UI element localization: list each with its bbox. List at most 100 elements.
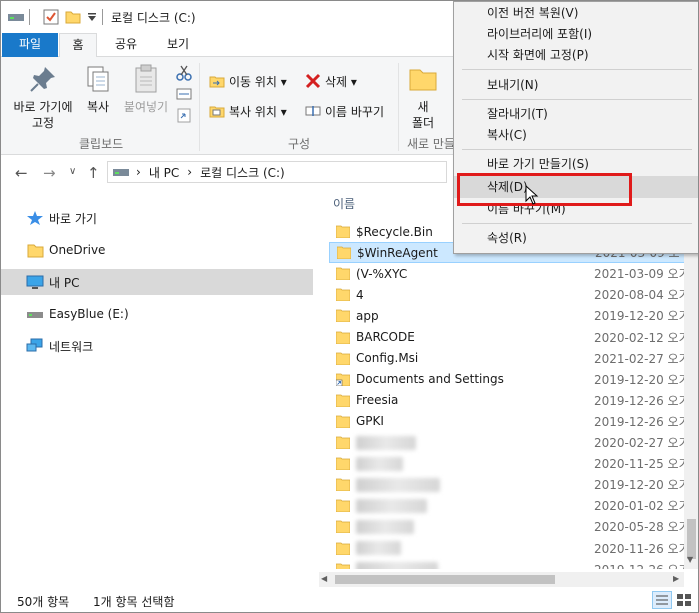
address-bar[interactable]: › 내 PC › 로컬 디스크 (C:) <box>107 161 447 183</box>
folder-icon <box>336 331 350 344</box>
context-menu: 이전 버전 복원(V) 라이브러리에 포함(I) 시작 화면에 고정(P) 보내… <box>453 1 698 254</box>
file-name: Documents and Settings <box>356 372 504 387</box>
file-row[interactable]: 2020-01-02 오기 <box>329 495 698 516</box>
file-date: 2020-01-02 오기 <box>594 499 690 514</box>
file-date: 2020-05-28 오기 <box>594 520 690 535</box>
breadcrumb-local-disk[interactable]: 로컬 디스크 (C:) <box>200 164 285 181</box>
forward-arrow-icon[interactable]: → <box>43 164 56 182</box>
scroll-right-arrow-icon[interactable]: ▶ <box>673 574 679 583</box>
recent-locations-chevron-icon[interactable]: ∨ <box>69 166 76 177</box>
folder-icon <box>27 244 44 258</box>
clipboard-icon <box>135 64 157 93</box>
menu-item-properties[interactable]: 속성(R) <box>454 227 698 249</box>
menu-separator <box>462 99 692 100</box>
file-row[interactable]: app 2019-12-20 오기 <box>329 305 698 326</box>
breadcrumb-this-pc[interactable]: 내 PC <box>149 164 179 181</box>
file-row[interactable]: 2019-12-20 오기 <box>329 474 698 495</box>
new-folder-label: 새 폴더 <box>411 100 435 130</box>
nav-item-onedrive[interactable]: OneDrive <box>1 237 313 263</box>
nav-item-quick-access[interactable]: 바로 가기 <box>1 205 313 231</box>
rename-label: 이름 바꾸기 <box>325 104 385 119</box>
up-arrow-icon[interactable]: ↑ <box>87 164 100 182</box>
large-icons-view-icon[interactable] <box>675 591 695 609</box>
computer-drive-icon <box>113 169 129 176</box>
divider <box>199 63 200 151</box>
item-count: 50개 항목 <box>17 595 70 609</box>
scroll-thumb[interactable] <box>335 575 555 584</box>
new-folder-button[interactable]: 새 폴더 <box>405 63 441 131</box>
folder-icon <box>336 520 350 534</box>
delete-ribbon-button[interactable]: 삭제 ▾ <box>305 71 357 91</box>
file-date: 2020-08-04 오기 <box>594 288 690 303</box>
tab-file[interactable]: 파일 <box>2 33 58 57</box>
network-icon <box>26 338 43 352</box>
column-header-name[interactable]: 이름 <box>333 195 355 212</box>
folder-icon <box>336 542 350 555</box>
file-row[interactable]: 4 2020-08-04 오기 <box>329 284 698 305</box>
file-row[interactable]: GPKI 2019-12-26 오기 <box>329 411 698 432</box>
file-row[interactable]: BARCODE 2020-02-12 오기 <box>329 327 698 348</box>
new-folder-quick-icon[interactable] <box>65 8 81 26</box>
file-name <box>356 477 440 492</box>
scroll-down-arrow-icon[interactable]: ▼ <box>687 555 693 564</box>
file-name: Config.Msi <box>356 351 419 366</box>
scroll-thumb[interactable] <box>687 519 696 559</box>
file-date: 2019-12-20 오기 <box>594 478 690 493</box>
paste-shortcut-icon[interactable] <box>176 107 192 126</box>
file-name <box>356 498 427 513</box>
delete-x-icon <box>305 73 321 89</box>
pin-to-quick-access-button[interactable]: 바로 가기에 고정 <box>7 63 79 131</box>
properties-quick-icon[interactable] <box>43 8 59 26</box>
file-name <box>356 435 416 450</box>
file-row[interactable]: 2020-02-27 오기 <box>329 432 698 453</box>
details-view-icon[interactable] <box>652 591 672 609</box>
divider <box>398 63 399 151</box>
menu-item-restore-previous-versions[interactable]: 이전 버전 복원(V) <box>454 2 698 24</box>
file-row[interactable]: 2020-05-28 오기 <box>329 516 698 537</box>
menu-item-send-to[interactable]: 보내기(N) <box>454 74 698 96</box>
nav-item-network[interactable]: 네트워크 <box>1 333 313 359</box>
paste-button[interactable]: 붙여넣기 <box>119 63 173 115</box>
copy-button[interactable]: 복사 <box>81 63 115 115</box>
explorer-window: 로컬 디스크 (C:) 파일 홈 공유 보기 바로 가기에 고정 복사 붙여넣기 <box>0 0 699 613</box>
file-row[interactable]: 2020-11-26 오기 <box>329 538 698 559</box>
copy-to-button[interactable]: 복사 위치 ▾ <box>209 101 287 121</box>
drive-icon <box>27 312 43 318</box>
back-arrow-icon[interactable]: ← <box>15 164 28 182</box>
file-row[interactable]: (V-%XYC 2021-03-09 오기 <box>329 263 698 284</box>
menu-item-cut[interactable]: 잘라내기(T) <box>454 103 698 125</box>
folder-icon <box>336 288 350 302</box>
file-name: app <box>356 308 379 323</box>
file-row[interactable]: Freesia 2019-12-26 오기 <box>329 390 698 411</box>
window-title: 로컬 디스크 (C:) <box>111 11 196 25</box>
horizontal-scrollbar[interactable]: ◀ ▶ <box>319 572 684 587</box>
computer-icon <box>26 275 44 289</box>
file-row[interactable]: 2020-11-25 오기 <box>329 453 698 474</box>
file-date: 2019-12-26 오기 <box>594 561 690 569</box>
menu-item-include-in-library[interactable]: 라이브러리에 포함(I) <box>454 23 698 45</box>
tab-view[interactable]: 보기 <box>158 33 198 57</box>
customize-quick-access-icon[interactable] <box>87 8 97 26</box>
file-name: BARCODE <box>356 330 415 344</box>
annotation-highlight-box <box>457 173 632 206</box>
rename-ribbon-button[interactable]: 이름 바꾸기 <box>305 101 384 121</box>
scroll-left-arrow-icon[interactable]: ◀ <box>321 574 327 583</box>
new-group-label: 새로 만들 <box>407 137 455 151</box>
menu-item-pin-to-start[interactable]: 시작 화면에 고정(P) <box>454 44 698 66</box>
folder-icon <box>336 309 350 323</box>
nav-item-this-pc[interactable]: 내 PC <box>1 269 313 295</box>
tab-home[interactable]: 홈 <box>59 33 97 58</box>
file-row[interactable]: 2019-12-26 오기 <box>329 559 698 569</box>
menu-separator <box>462 149 692 150</box>
file-row[interactable]: Documents and Settings 2019-12-20 오기 <box>329 369 698 390</box>
menu-item-copy[interactable]: 복사(C) <box>454 124 698 146</box>
tab-share[interactable]: 공유 <box>106 33 146 57</box>
menu-item-create-shortcut[interactable]: 바로 가기 만들기(S) <box>454 153 698 175</box>
cut-icon[interactable] <box>176 65 192 84</box>
mouse-cursor-icon <box>525 184 539 208</box>
copy-to-icon <box>209 106 225 118</box>
nav-item-easyblue[interactable]: EasyBlue (E:) <box>1 301 313 327</box>
file-row[interactable]: Config.Msi 2021-02-27 오기 <box>329 348 698 369</box>
copy-path-icon[interactable] <box>176 87 192 104</box>
move-to-button[interactable]: 이동 위치 ▾ <box>209 71 287 91</box>
